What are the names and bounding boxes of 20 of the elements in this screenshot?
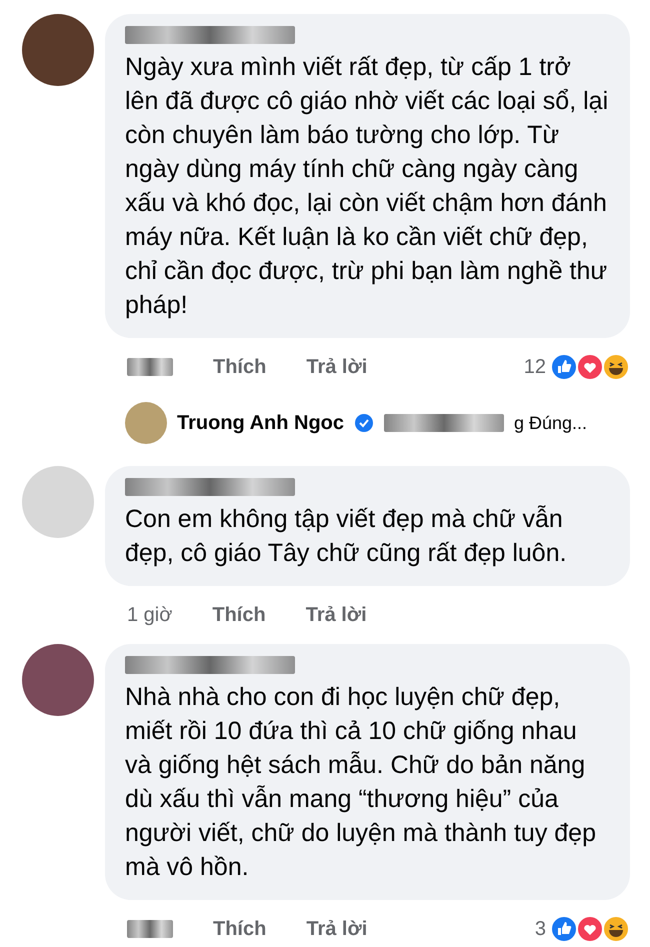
reply-link[interactable]: Trả lời (306, 356, 368, 378)
reply-link[interactable]: Trả lời (306, 604, 367, 626)
like-link[interactable]: Thích (213, 918, 266, 940)
like-reaction-icon (550, 915, 578, 943)
laughing-reaction-icon (602, 915, 630, 943)
comment-time[interactable]: 1 giờ (127, 604, 172, 626)
laughing-reaction-icon (602, 353, 630, 381)
comment-text: Ngày xưa mình viết rất đẹp, từ cấp 1 trở lên đã được cô giáo nhờ viết các loại sổ, lại còn chuyên làm báo tường cho lớp. Từ ngày dùng máy tính chữ càng ngày càng xấu và khó đọc, lại còn viết chậm hơn đánh máy nữa. Kết luận là ko cần viết chữ đẹp, chỉ cần đọc được, trừ phi bạn làm nghề thư pháp! (125, 52, 610, 321)
reply-author[interactable]: Truong Anh Ngoc (177, 412, 344, 434)
heart-reaction-icon (576, 915, 604, 943)
reaction-count: 3 (534, 918, 546, 940)
comment-text: Con em không tập viết đẹp mà chữ vẫn đẹp, cô giáo Tây chữ cũng rất đẹp luôn. (125, 504, 568, 569)
reply-snippet[interactable]: g Đúng... (514, 412, 588, 434)
heart-reaction-icon (576, 353, 604, 381)
like-link[interactable]: Thích (212, 604, 266, 626)
reply-link[interactable]: Trả lời (306, 918, 368, 940)
like-reaction-icon (550, 353, 578, 381)
like-link[interactable]: Thích (213, 356, 266, 378)
reaction-count: 12 (524, 356, 546, 378)
comment-text: Nhà nhà cho con đi học luyện chữ đẹp, miết rồi 10 đứa thì cả 10 chữ giống nhau và giống hệt sách mẫu. Chữ do bản năng dù xấu thì vẫn mang “thương hiệu” của người viết, chữ do luyện mà thành tuy đẹp mà vô hồn. (125, 682, 597, 883)
